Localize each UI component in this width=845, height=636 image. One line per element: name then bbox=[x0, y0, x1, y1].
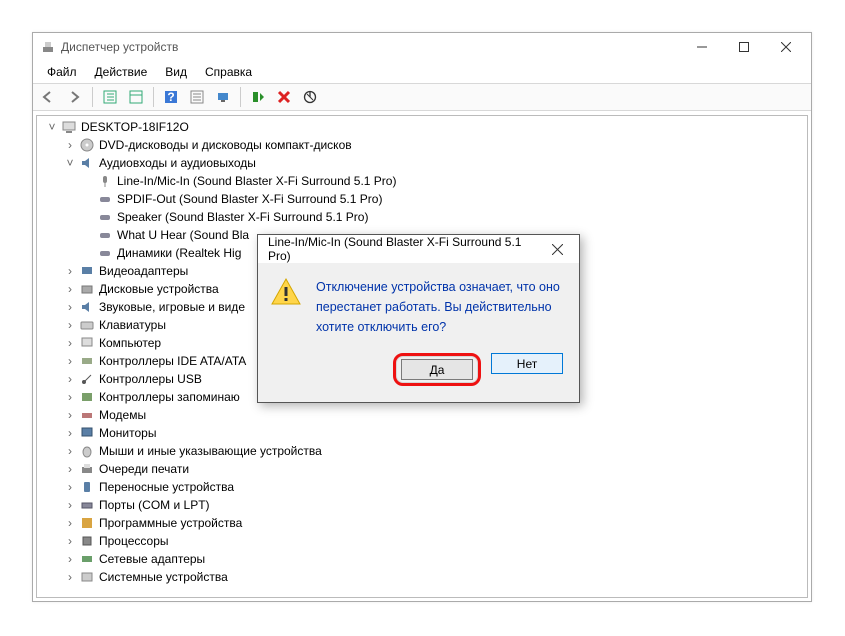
menu-view[interactable]: Вид bbox=[157, 63, 195, 81]
computer-icon bbox=[79, 335, 95, 351]
window-title: Диспетчер устройств bbox=[61, 40, 681, 54]
tree-item-system[interactable]: ›Системные устройства bbox=[37, 568, 807, 586]
help-icon[interactable]: ? bbox=[159, 86, 183, 108]
yes-button[interactable]: Да bbox=[401, 359, 473, 380]
sound-icon bbox=[79, 299, 95, 315]
forward-button[interactable] bbox=[63, 86, 87, 108]
audio-icon bbox=[79, 155, 95, 171]
close-button[interactable] bbox=[765, 34, 807, 60]
print-queue-icon bbox=[79, 461, 95, 477]
toolbar: ? bbox=[33, 83, 811, 111]
software-device-icon bbox=[79, 515, 95, 531]
speaker-icon bbox=[97, 191, 113, 207]
tree-item-speaker[interactable]: Speaker (Sound Blaster X-Fi Surround 5.1… bbox=[37, 208, 807, 226]
menu-bar: Файл Действие Вид Справка bbox=[33, 61, 811, 83]
dvd-icon bbox=[79, 137, 95, 153]
dialog-titlebar: Line-In/Mic-In (Sound Blaster X-Fi Surro… bbox=[258, 235, 579, 263]
tree-item-cpu[interactable]: ›Процессоры bbox=[37, 532, 807, 550]
computer-icon bbox=[61, 119, 77, 135]
confirm-dialog: Line-In/Mic-In (Sound Blaster X-Fi Surro… bbox=[257, 234, 580, 403]
usb-icon bbox=[79, 371, 95, 387]
dialog-close-button[interactable] bbox=[537, 236, 577, 262]
menu-action[interactable]: Действие bbox=[87, 63, 156, 81]
tree-item-printq[interactable]: ›Очереди печати bbox=[37, 460, 807, 478]
tree-item-audio[interactable]: ˅Аудиовходы и аудиовыходы bbox=[37, 154, 807, 172]
tree-item-portable[interactable]: ›Переносные устройства bbox=[37, 478, 807, 496]
storage-controller-icon bbox=[79, 389, 95, 405]
tree-item-linein[interactable]: Line-In/Mic-In (Sound Blaster X-Fi Surro… bbox=[37, 172, 807, 190]
tree-item-software[interactable]: ›Программные устройства bbox=[37, 514, 807, 532]
view-all-icon[interactable] bbox=[98, 86, 122, 108]
tree-item-mice[interactable]: ›Мыши и иные указывающие устройства bbox=[37, 442, 807, 460]
dialog-title: Line-In/Mic-In (Sound Blaster X-Fi Surro… bbox=[268, 235, 537, 263]
tree-item-network[interactable]: ›Сетевые адаптеры bbox=[37, 550, 807, 568]
port-icon bbox=[79, 497, 95, 513]
maximize-button[interactable] bbox=[723, 34, 765, 60]
disk-icon bbox=[79, 281, 95, 297]
microphone-icon bbox=[97, 173, 113, 189]
highlight-annotation: Да bbox=[393, 353, 481, 386]
tree-item-ports[interactable]: ›Порты (COM и LPT) bbox=[37, 496, 807, 514]
dialog-message: Отключение устройства означает, что оно … bbox=[316, 277, 567, 337]
tree-item-monitor[interactable]: ›Мониторы bbox=[37, 424, 807, 442]
tree-root[interactable]: ˅DESKTOP-18IF12O bbox=[37, 118, 807, 136]
uninstall-icon[interactable] bbox=[272, 86, 296, 108]
menu-file[interactable]: Файл bbox=[39, 63, 85, 81]
back-button[interactable] bbox=[37, 86, 61, 108]
monitor-icon bbox=[79, 425, 95, 441]
modem-icon bbox=[79, 407, 95, 423]
no-button[interactable]: Нет bbox=[491, 353, 563, 374]
portable-device-icon bbox=[79, 479, 95, 495]
system-device-icon bbox=[79, 569, 95, 585]
menu-help[interactable]: Справка bbox=[197, 63, 260, 81]
tree-item-spdif[interactable]: SPDIF-Out (Sound Blaster X-Fi Surround 5… bbox=[37, 190, 807, 208]
network-adapter-icon bbox=[79, 551, 95, 567]
title-bar: Диспетчер устройств bbox=[33, 33, 811, 61]
speaker-icon bbox=[97, 227, 113, 243]
display-adapter-icon bbox=[79, 263, 95, 279]
update-driver-icon[interactable] bbox=[246, 86, 270, 108]
mouse-icon bbox=[79, 443, 95, 459]
cpu-icon bbox=[79, 533, 95, 549]
speaker-icon bbox=[97, 209, 113, 225]
keyboard-icon bbox=[79, 317, 95, 333]
warning-icon bbox=[270, 277, 302, 337]
speaker-icon bbox=[97, 245, 113, 261]
minimize-button[interactable] bbox=[681, 34, 723, 60]
disable-icon[interactable] bbox=[298, 86, 322, 108]
view-detail-icon[interactable] bbox=[124, 86, 148, 108]
app-icon bbox=[41, 40, 55, 54]
ide-icon bbox=[79, 353, 95, 369]
svg-text:?: ? bbox=[167, 90, 174, 104]
properties-icon[interactable] bbox=[185, 86, 209, 108]
tree-item-dvd[interactable]: ›DVD-дисководы и дисководы компакт-диско… bbox=[37, 136, 807, 154]
tree-item-modem[interactable]: ›Модемы bbox=[37, 406, 807, 424]
scan-hardware-icon[interactable] bbox=[211, 86, 235, 108]
